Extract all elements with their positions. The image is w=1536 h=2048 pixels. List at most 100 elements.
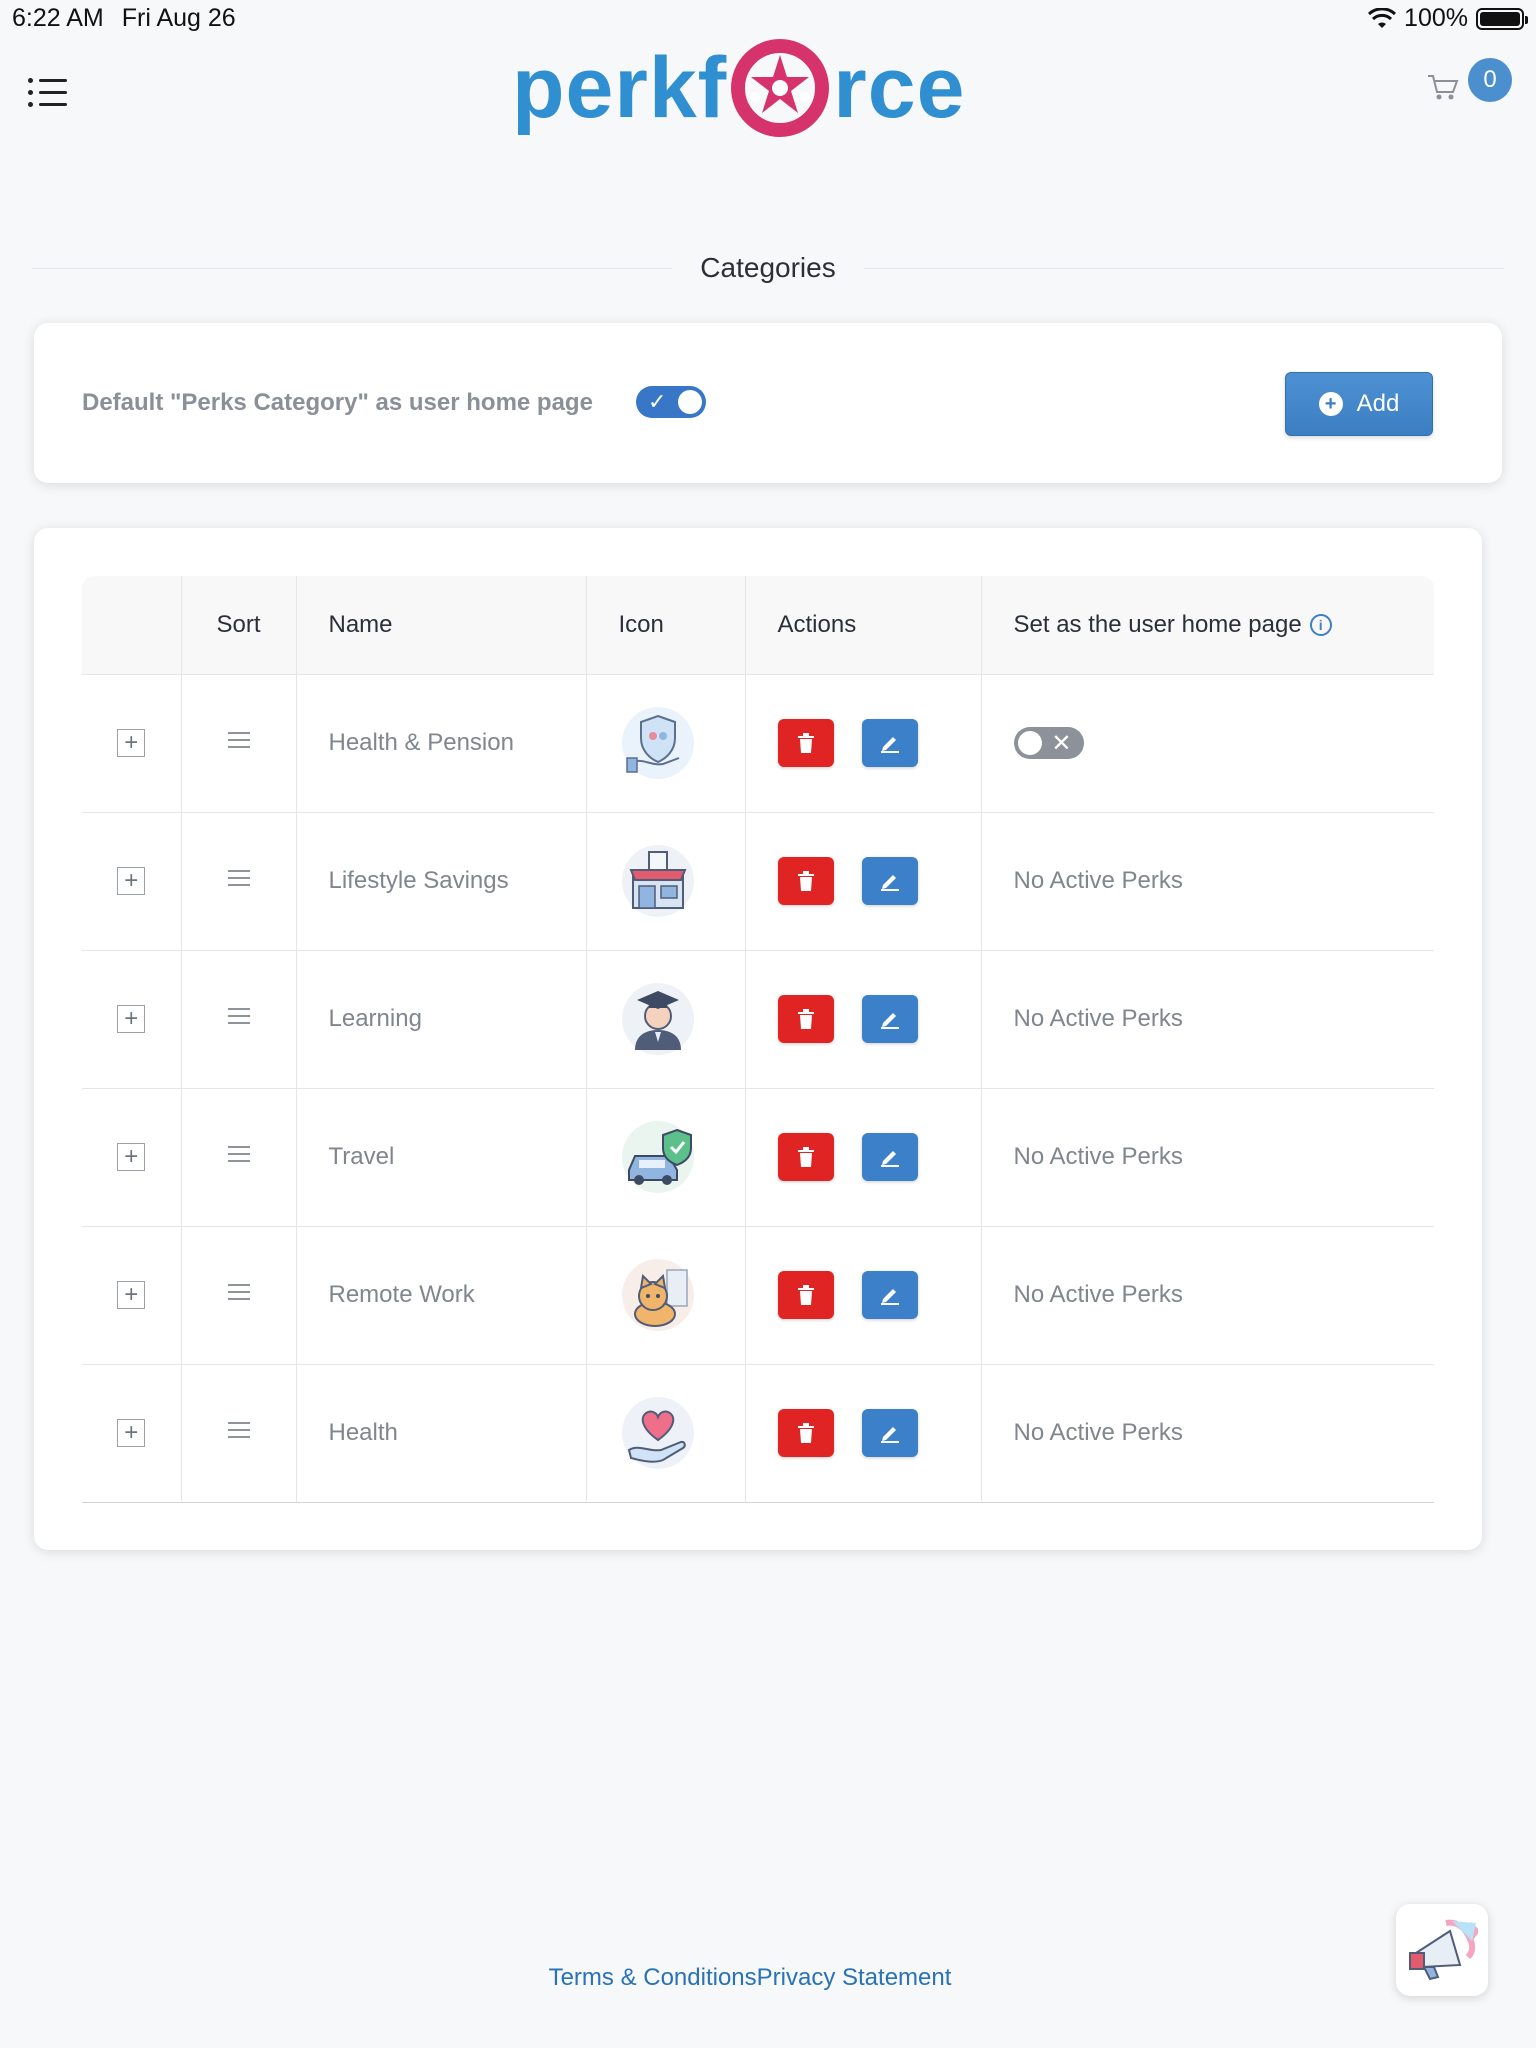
announcement-button[interactable] <box>1396 1904 1488 1996</box>
pencil-icon <box>880 1289 899 1305</box>
actions-cell <box>745 950 982 1089</box>
delete-button[interactable] <box>777 1409 834 1457</box>
icon-cell <box>586 1364 746 1503</box>
cat-icon <box>621 1259 694 1331</box>
edit-button[interactable] <box>861 995 918 1043</box>
sort-cell <box>181 1226 297 1365</box>
default-home-toggle[interactable]: ✓ <box>636 386 706 418</box>
delete-button[interactable] <box>777 719 834 767</box>
home-page-cell: ✕ <box>981 674 1434 813</box>
header-name: Name <box>296 576 587 675</box>
trash-icon <box>797 1147 814 1167</box>
table-row: + Remote Work No Active Perks <box>82 1226 1434 1365</box>
settings-card: Default "Perks Category" as user home pa… <box>34 323 1502 483</box>
expand-cell: + <box>82 1088 182 1227</box>
header-expand <box>82 576 182 675</box>
delete-button[interactable] <box>777 857 834 905</box>
edit-button[interactable] <box>861 1133 918 1181</box>
status-time: 6:22 AM <box>12 4 104 32</box>
toggle-knob <box>1017 731 1042 755</box>
toggle-knob <box>678 390 702 414</box>
health-pension-icon <box>621 707 694 779</box>
expand-row-button[interactable]: + <box>117 1143 146 1171</box>
list-menu-icon[interactable] <box>28 74 68 110</box>
drag-handle-icon[interactable] <box>227 1417 250 1443</box>
expand-cell: + <box>82 1226 182 1365</box>
pencil-icon <box>880 1013 899 1029</box>
car-shield-icon <box>621 1121 694 1193</box>
home-page-toggle[interactable]: ✕ <box>1013 727 1084 759</box>
category-name: Remote Work <box>296 1226 587 1365</box>
categories-table-card: Sort Name Icon Actions Set as the user h… <box>34 528 1482 1550</box>
delete-button[interactable] <box>777 995 834 1043</box>
store-icon <box>621 845 694 917</box>
expand-cell: + <box>82 812 182 951</box>
edit-button[interactable] <box>861 719 918 767</box>
add-category-button[interactable]: + Add <box>1285 372 1433 436</box>
sort-cell <box>181 1364 297 1503</box>
section-title-bar: Categories <box>32 248 1504 288</box>
icon-cell <box>586 1226 746 1365</box>
table-row: + Lifestyle Savings No Active Perks <box>82 812 1434 951</box>
header-home-page: Set as the user home page i <box>981 576 1434 675</box>
drag-handle-icon[interactable] <box>227 865 250 891</box>
table-header-row: Sort Name Icon Actions Set as the user h… <box>82 576 1434 675</box>
category-name: Health & Pension <box>296 674 587 813</box>
home-page-status: No Active Perks <box>981 1364 1434 1503</box>
sort-cell <box>181 674 297 813</box>
actions-cell <box>745 812 982 951</box>
edit-button[interactable] <box>861 857 918 905</box>
table-row: + Learning No Active Perks <box>82 950 1434 1089</box>
edit-button[interactable] <box>861 1409 918 1457</box>
actions-cell <box>745 1226 982 1365</box>
drag-handle-icon[interactable] <box>227 727 250 753</box>
icon-cell <box>586 1088 746 1227</box>
header-icon: Icon <box>586 576 746 675</box>
cart-icon <box>1428 75 1459 100</box>
table-row: + Health No Active Perks <box>82 1364 1434 1503</box>
info-icon[interactable]: i <box>1309 614 1332 637</box>
expand-row-button[interactable]: + <box>117 729 146 757</box>
sort-cell <box>181 950 297 1089</box>
logo-text-right: rce <box>833 39 966 136</box>
drag-handle-icon[interactable] <box>227 1003 250 1029</box>
terms-link[interactable]: Terms & Conditions <box>549 1964 757 1991</box>
icon-cell <box>586 950 746 1089</box>
plus-circle-icon: + <box>1318 392 1343 416</box>
expand-row-button[interactable]: + <box>117 1281 146 1309</box>
trash-icon <box>797 733 814 753</box>
trash-icon <box>797 871 814 891</box>
delete-button[interactable] <box>777 1271 834 1319</box>
category-name: Travel <box>296 1088 587 1227</box>
home-page-status: No Active Perks <box>981 950 1434 1089</box>
home-page-status: No Active Perks <box>981 812 1434 951</box>
category-name: Learning <box>296 950 587 1089</box>
expand-row-button[interactable]: + <box>117 1419 146 1447</box>
table-row: + Travel No Active Perks <box>82 1088 1434 1227</box>
divider <box>32 267 673 269</box>
trash-icon <box>797 1423 814 1443</box>
home-page-status: No Active Perks <box>981 1088 1434 1227</box>
footer: Terms & ConditionsPrivacy Statement <box>0 1964 1500 1992</box>
perkforce-logo[interactable]: perkf rce <box>512 28 965 148</box>
expand-cell: + <box>82 674 182 813</box>
x-icon: ✕ <box>1051 730 1072 757</box>
drag-handle-icon[interactable] <box>227 1141 250 1167</box>
heart-hand-icon <box>621 1397 694 1469</box>
drag-handle-icon[interactable] <box>227 1279 250 1305</box>
logo-star-icon <box>731 39 830 137</box>
pencil-icon <box>880 1151 899 1167</box>
status-right: 100% <box>1368 4 1528 33</box>
expand-cell: + <box>82 1364 182 1503</box>
privacy-link[interactable]: Privacy Statement <box>757 1964 952 1991</box>
cart-button[interactable]: 0 <box>1426 56 1516 106</box>
trash-icon <box>797 1009 814 1029</box>
expand-row-button[interactable]: + <box>117 1005 146 1033</box>
category-name: Health <box>296 1364 587 1503</box>
expand-row-button[interactable]: + <box>117 867 146 895</box>
delete-button[interactable] <box>777 1133 834 1181</box>
expand-cell: + <box>82 950 182 1089</box>
edit-button[interactable] <box>861 1271 918 1319</box>
home-page-status: No Active Perks <box>981 1226 1434 1365</box>
check-icon: ✓ <box>648 389 667 414</box>
